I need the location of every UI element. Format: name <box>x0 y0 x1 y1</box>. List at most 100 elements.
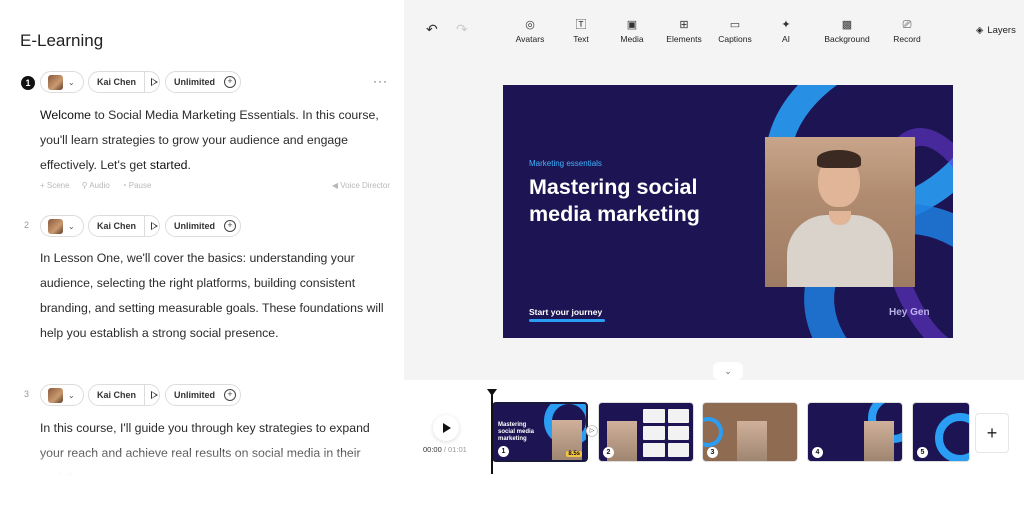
more-options-icon[interactable]: ··· <box>373 74 388 88</box>
layers-label: Layers <box>987 25 1016 36</box>
record-button[interactable]: ⎚ Record <box>877 18 937 44</box>
script-text: to Social Media Marketing Essentials. In… <box>40 108 379 172</box>
add-scene-button[interactable]: + Scene <box>40 181 70 190</box>
ai-button[interactable]: ✦ AI <box>756 18 816 44</box>
chevron-down-icon: ⌄ <box>68 221 75 231</box>
transition-icon[interactable]: ▷ <box>586 425 598 437</box>
slide-kicker-text[interactable]: Marketing essentials <box>529 159 602 168</box>
voice-name: Kai Chen <box>97 221 137 231</box>
scene-thumbnail-1[interactable]: Mastering social media marketing 1 8.5s <box>492 402 588 462</box>
project-title: E-Learning <box>20 31 104 50</box>
divider <box>144 71 146 93</box>
playhead[interactable] <box>487 389 497 474</box>
play-voice-icon[interactable] <box>151 391 159 399</box>
media-label: Media <box>620 34 644 44</box>
redo-icon[interactable]: ↷ <box>456 21 468 38</box>
avatar-selector[interactable]: ⌄ <box>40 71 84 93</box>
voice-director-button[interactable]: ◀ Voice Director <box>332 181 390 190</box>
add-circle-icon[interactable]: + <box>224 389 237 401</box>
avatar <box>48 218 63 234</box>
thumb-number: 2 <box>603 447 614 458</box>
scene-number: 1 <box>21 76 35 90</box>
background-icon: ▩ <box>841 19 853 31</box>
voice-selector[interactable]: Kai Chen <box>88 384 160 406</box>
avatar <box>48 74 63 90</box>
voice-director-label: Voice Director <box>340 181 390 190</box>
collapse-timeline-button[interactable]: ⌄ <box>713 362 743 380</box>
thumb-presenter <box>864 421 894 461</box>
slide-canvas[interactable]: Marketing essentials Mastering social me… <box>503 85 953 338</box>
scene-header: 1 ⌄ Kai Chen Unlimited + ··· <box>0 71 404 95</box>
avatar <box>48 387 63 403</box>
avatar-selector[interactable]: ⌄ <box>40 384 84 406</box>
record-icon: ⎚ <box>902 19 912 31</box>
scene-header: 2 ⌄ Kai Chen Unlimited + <box>0 215 404 239</box>
editor-panel: ↶ ↷ ◎ Avatars 🅃 Text ▣ Media ⊞ Elements … <box>404 0 1024 476</box>
scene-thumbnail-2[interactable]: 2 <box>598 402 694 462</box>
toolbar: ↶ ↷ ◎ Avatars 🅃 Text ▣ Media ⊞ Elements … <box>404 0 1024 62</box>
play-voice-icon[interactable] <box>151 78 159 86</box>
undo-icon[interactable]: ↶ <box>426 21 438 38</box>
brand-logo: Hey Gen <box>889 307 930 318</box>
scene-thumbnail-5[interactable]: 5 <box>912 402 970 462</box>
scene-number: 2 <box>24 220 30 230</box>
scene-script-text[interactable]: In Lesson One, we'll cover the basics: u… <box>40 246 392 346</box>
presenter-hair <box>817 150 861 168</box>
scroll-fade <box>0 446 404 476</box>
canvas-stage: Marketing essentials Mastering social me… <box>404 62 1024 362</box>
thumb-number: 1 <box>498 446 509 457</box>
slide-cta-text[interactable]: Start your journey <box>529 307 602 317</box>
audio-label: Audio <box>89 181 110 190</box>
media-button[interactable]: ▣ Media <box>602 18 662 44</box>
voice-selector[interactable]: Kai Chen <box>88 71 160 93</box>
speed-label: Unlimited <box>174 77 216 87</box>
script-highlight: Welcome <box>40 108 92 122</box>
speed-selector[interactable]: Unlimited + <box>165 215 241 237</box>
speed-selector[interactable]: Unlimited + <box>165 71 241 93</box>
thumb-number: 3 <box>707 447 718 458</box>
thumb-presenter <box>737 421 767 461</box>
speed-label: Unlimited <box>174 221 216 231</box>
audio-button[interactable]: ⚲ Audio <box>82 181 110 190</box>
presenter-body <box>787 215 893 287</box>
avatar-presenter[interactable] <box>765 137 915 287</box>
add-scene-button[interactable]: + <box>975 413 1009 453</box>
background-label: Background <box>824 34 870 44</box>
script-panel: E-Learning 1 ⌄ Kai Chen Unlimited + ··· … <box>0 0 404 476</box>
speed-label: Unlimited <box>174 390 216 400</box>
voice-selector[interactable]: Kai Chen <box>88 215 160 237</box>
ai-label: AI <box>781 34 791 44</box>
scene-duration: 8.5s <box>566 451 582 457</box>
add-circle-icon[interactable]: + <box>224 220 237 232</box>
scene-thumbnail-3[interactable]: 3 <box>702 402 798 462</box>
layers-icon: ◈ <box>976 25 984 36</box>
layers-button[interactable]: ◈ Layers <box>976 25 1016 36</box>
background-button[interactable]: ▩ Background <box>817 18 877 44</box>
add-circle-icon[interactable]: + <box>224 76 237 88</box>
thumb-cards <box>643 409 689 457</box>
divider <box>144 384 146 406</box>
voice-name: Kai Chen <box>97 77 137 87</box>
avatar-selector[interactable]: ⌄ <box>40 215 84 237</box>
pause-button[interactable]: ◔ Pause <box>122 181 152 190</box>
total-time: / 01:01 <box>443 445 467 454</box>
speed-selector[interactable]: Unlimited + <box>165 384 241 406</box>
script-highlight: started <box>149 158 188 172</box>
thumb-number: 5 <box>917 447 928 458</box>
scene-thumbnail-4[interactable]: 4 <box>807 402 903 462</box>
script-text: . <box>187 158 191 172</box>
thumb-swirl <box>703 417 723 447</box>
thumb-title: Mastering social media marketing <box>498 422 535 442</box>
scene-script-text[interactable]: Welcome to Social Media Marketing Essent… <box>40 103 392 178</box>
pause-label: Pause <box>128 181 152 190</box>
slide-title[interactable]: Mastering social media marketing <box>529 174 739 228</box>
play-voice-icon[interactable] <box>151 222 159 230</box>
chevron-down-icon: ⌄ <box>724 366 732 376</box>
time-display: 00:00 / 01:01 <box>423 445 467 454</box>
chevron-down-icon: ⌄ <box>68 77 75 87</box>
play-button[interactable] <box>433 415 459 441</box>
scene-tools: + Scene ⚲ Audio ◔ Pause <box>40 181 151 190</box>
chevron-down-icon: ⌄ <box>68 390 75 400</box>
current-time: 00:00 <box>423 445 442 454</box>
media-icon: ▣ <box>626 19 638 31</box>
